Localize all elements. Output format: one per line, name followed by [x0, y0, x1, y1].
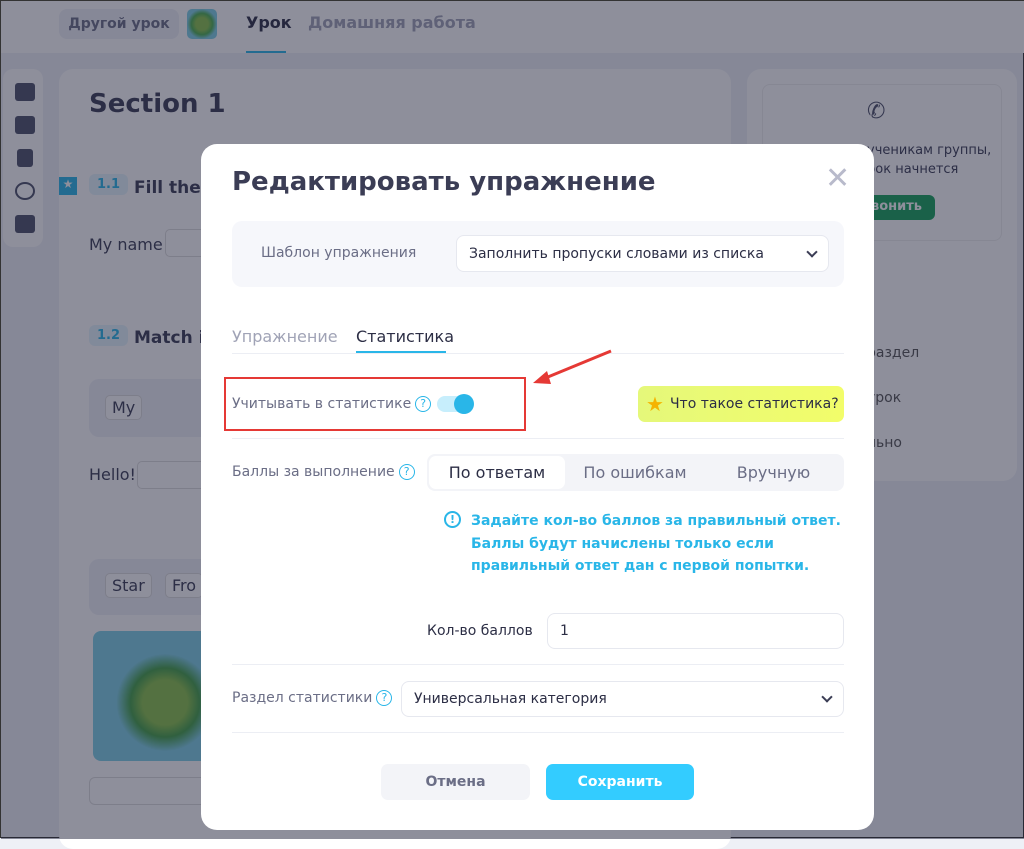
divider — [232, 732, 844, 733]
template-row: Шаблон упражнения Заполнить пропуски сло… — [232, 221, 844, 287]
dialog-title: Редактировать упражнение — [232, 167, 656, 197]
cancel-button[interactable]: Отмена — [381, 764, 530, 800]
points-count-input[interactable]: 1 — [547, 613, 844, 649]
highlight-box — [224, 377, 526, 431]
annotation-arrow — [533, 349, 612, 384]
active-tab-indicator — [356, 351, 446, 353]
help-icon[interactable]: ? — [398, 464, 415, 480]
help-icon[interactable]: ? — [376, 690, 393, 706]
what-is-stats-button[interactable]: ★ Что такое статистика? — [638, 386, 844, 422]
save-button[interactable]: Сохранить — [546, 764, 694, 800]
points-count-label: Кол-во баллов — [427, 623, 533, 639]
close-icon[interactable]: ✕ — [825, 164, 850, 194]
edit-exercise-dialog: Редактировать упражнение ✕ Шаблон упражн… — [201, 144, 874, 830]
points-by-mistakes[interactable]: По ошибкам — [565, 456, 705, 489]
star-icon: ★ — [646, 392, 664, 416]
points-mode-segmented: По ответам По ошибкам Вручную — [427, 454, 844, 491]
template-label: Шаблон упражнения — [261, 245, 417, 261]
tab-statistics[interactable]: Статистика — [356, 327, 454, 346]
info-icon: ! — [444, 511, 461, 528]
stats-section-label: Раздел статистики? — [232, 690, 393, 706]
template-select[interactable]: Заполнить пропуски словами из списка — [456, 235, 829, 272]
template-value: Заполнить пропуски словами из списка — [469, 245, 764, 262]
tab-exercise[interactable]: Упражнение — [232, 327, 338, 346]
divider — [232, 438, 844, 439]
divider — [232, 664, 844, 665]
chevron-down-icon — [821, 691, 833, 703]
points-by-answers[interactable]: По ответам — [429, 456, 565, 489]
chevron-down-icon — [806, 245, 818, 258]
stats-section-select[interactable]: Универсальная категория — [401, 681, 844, 717]
points-label: Баллы за выполнение? — [232, 464, 415, 480]
points-manual[interactable]: Вручную — [705, 456, 842, 489]
info-text: Задайте кол-во баллов за правильный отве… — [471, 513, 841, 574]
